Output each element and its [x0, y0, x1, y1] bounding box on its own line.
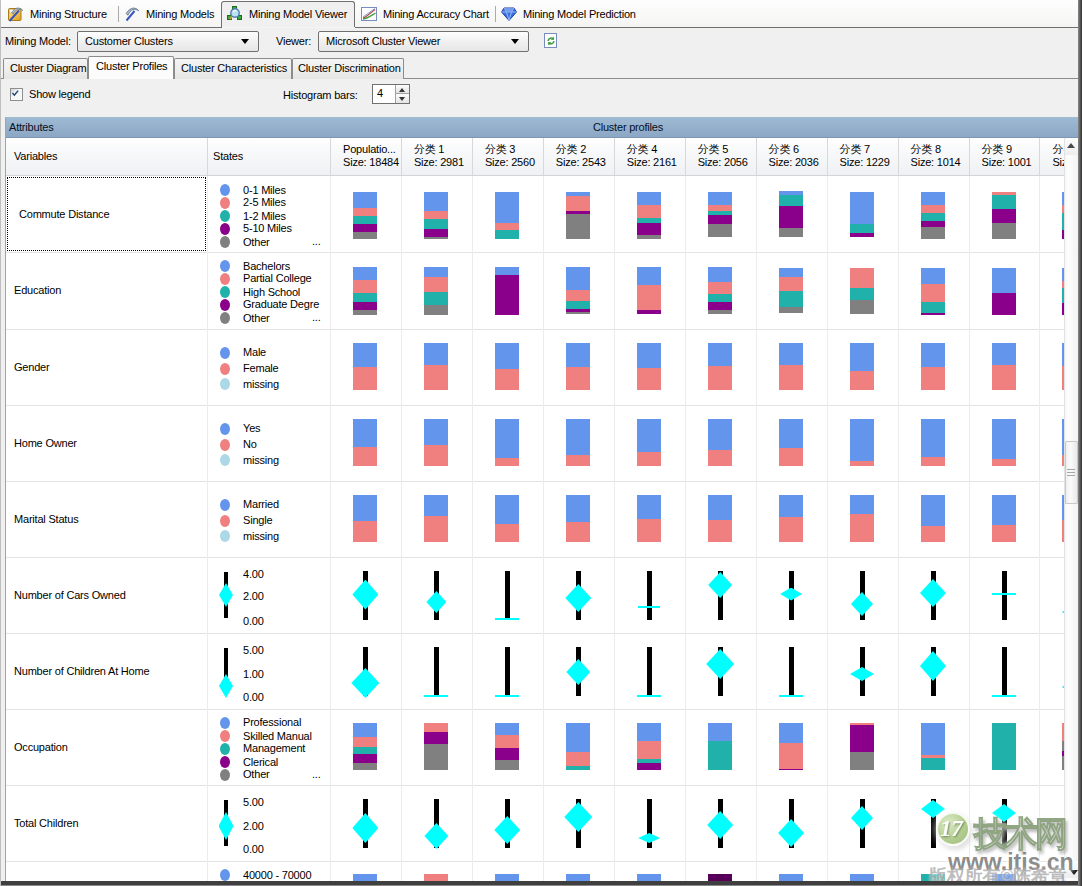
svg-text:技术网: 技术网: [973, 814, 1065, 853]
